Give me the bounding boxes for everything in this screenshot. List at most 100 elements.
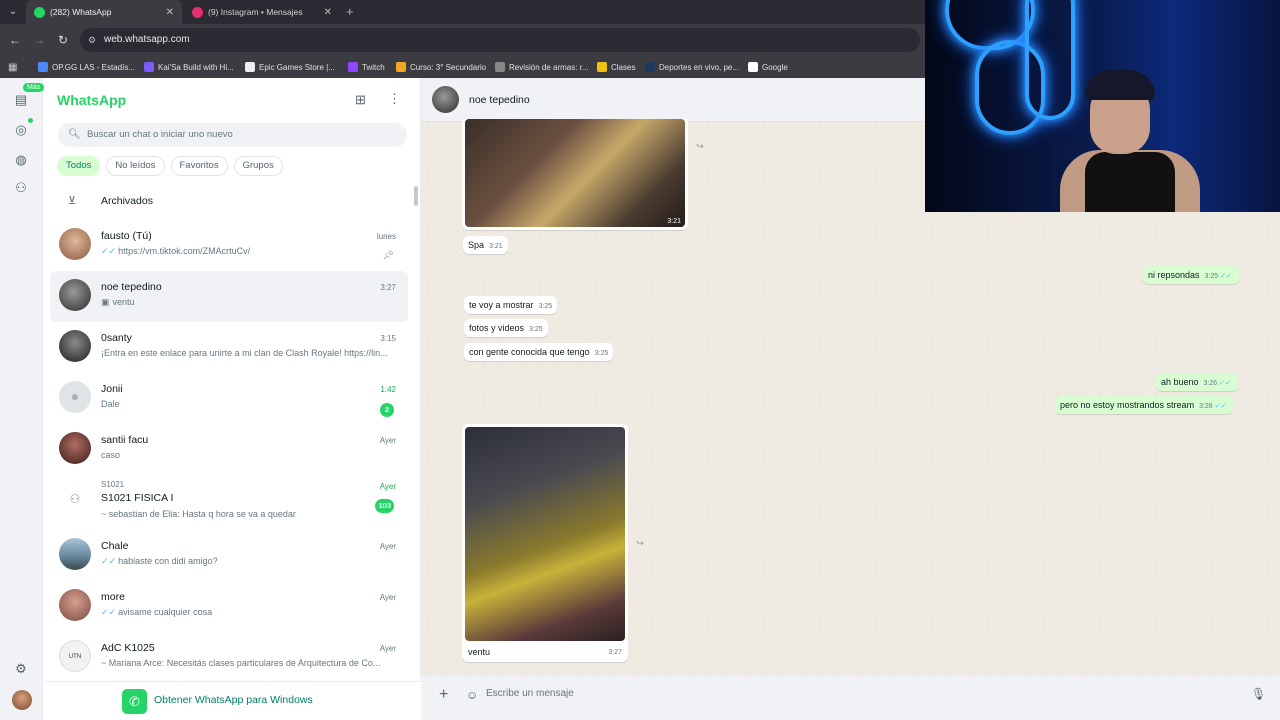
message-input[interactable]: Escribe un mensaje <box>486 688 574 699</box>
chat-time: Ayer <box>379 482 396 491</box>
contact-avatar[interactable] <box>432 86 459 113</box>
bookmark-label: Epic Games Store |... <box>259 62 335 72</box>
chat-snippet: ✓✓ hablaste con didi amigo? <box>101 556 391 567</box>
chat-item-chale[interactable]: Chale ✓✓ hablaste con didi amigo? Ayer <box>50 530 408 581</box>
reload-icon[interactable]: ↻ <box>54 31 72 49</box>
bookmark-deportes[interactable]: Deportes en vivo, pe... <box>645 60 739 74</box>
chat-time: lunes <box>376 232 396 241</box>
double-check-icon: ✓✓ <box>1220 273 1232 280</box>
bookmark-clases[interactable]: Clases <box>597 60 635 74</box>
default-avatar-icon <box>59 381 91 413</box>
new-chat-icon[interactable]: ⊞ <box>355 92 366 108</box>
forward-icon[interactable]: ↪ <box>691 137 709 155</box>
chat-item-fausto[interactable]: fausto (Tú) ✓✓ https://vm.tiktok.com/ZMAc… <box>50 220 408 271</box>
chat-time: 3:15 <box>380 334 396 343</box>
unread-badge: 103 <box>375 499 394 513</box>
bookmark-icon <box>748 62 758 72</box>
bookmark-icon <box>348 62 358 72</box>
filter-chips: Todos No leídos Favoritos Grupos <box>57 156 283 176</box>
status-dot <box>28 118 33 123</box>
avatar <box>59 538 91 570</box>
message-time: 3:25 <box>538 303 553 310</box>
chats-icon[interactable]: ▤ <box>11 90 31 110</box>
attach-icon[interactable]: + <box>439 686 448 704</box>
settings-icon[interactable]: ⚙ <box>11 659 31 679</box>
forward-icon[interactable]: → <box>30 31 48 49</box>
message-time: 3:25 <box>594 350 609 357</box>
archived-row[interactable]: ⊻ Archivados <box>44 190 421 212</box>
close-tab-icon[interactable]: ✕ <box>166 7 174 18</box>
sidebar-scrollbar[interactable] <box>414 186 418 206</box>
chat-item-noe-tepedino[interactable]: noe tepedino ▣ ventu 3:27 <box>50 271 408 322</box>
site-settings-icon[interactable]: ⚙ <box>88 28 96 52</box>
bookmark-icon <box>396 62 406 72</box>
message-text: te voy a mostrar <box>469 300 534 310</box>
chat-snippet: caso <box>101 450 121 460</box>
message-in: fotos y videos 3:25 <box>464 319 548 337</box>
apps-grid-icon[interactable]: ▦ <box>8 60 17 74</box>
message-out: ah bueno 3:26 ✓✓ <box>1156 373 1238 391</box>
webcam-overlay <box>925 0 1280 212</box>
bookmark-twitch[interactable]: Twitch <box>348 60 385 74</box>
close-tab-icon[interactable]: ✕ <box>324 7 332 18</box>
caption-text: ventu <box>468 647 491 657</box>
chat-item-santii-facu[interactable]: santii facu caso Ayer <box>50 424 408 475</box>
message-text: ni repsondas <box>1148 270 1200 280</box>
avatar <box>59 589 91 621</box>
profile-avatar[interactable] <box>12 690 32 710</box>
bookmark-armas[interactable]: Revisión de armas: r... <box>495 60 589 74</box>
tab-search-icon[interactable]: ⌄ <box>4 3 22 21</box>
photo-icon: ▣ <box>101 297 110 307</box>
menu-icon[interactable]: ⋮ <box>388 91 401 107</box>
back-icon[interactable]: ← <box>6 31 24 49</box>
archived-label: Archivados <box>101 195 153 207</box>
chat-snippet: ✓✓ avisame cualquier cosa <box>101 607 391 618</box>
chat-time: Ayer <box>379 593 396 602</box>
bookmark-epic[interactable]: Epic Games Store |... <box>245 60 335 74</box>
bookmark-opgg[interactable]: OP.GG LAS - Estadís... <box>38 60 135 74</box>
filter-grupos[interactable]: Grupos <box>233 156 283 176</box>
message-time: 3:27 <box>608 649 622 656</box>
bookmark-curso[interactable]: Curso: 3° Secundario <box>396 60 486 74</box>
tab-whatsapp[interactable]: (282) WhatsApp ✕ <box>26 0 182 24</box>
bookmark-label: Revisión de armas: r... <box>509 62 589 72</box>
message-text: pero no estoy mostrandos stream <box>1060 400 1195 410</box>
message-text: Spa <box>468 240 485 250</box>
chat-name: fausto (Tú) <box>101 230 152 242</box>
snippet-text: ventu <box>112 297 135 307</box>
tab-title: (9) Instagram • Mensajes <box>208 7 303 17</box>
photo-message[interactable]: ventu 3:27 <box>462 424 628 662</box>
emoji-icon[interactable]: ☺ <box>466 688 478 702</box>
get-windows-app-banner[interactable]: ✆ Obtener WhatsApp para Windows <box>44 681 421 720</box>
bookmark-google[interactable]: Google <box>748 60 788 74</box>
chat-item-more[interactable]: more ✓✓ avisame cualquier cosa Ayer <box>50 581 408 632</box>
filter-favoritos[interactable]: Favoritos <box>170 156 228 176</box>
chat-item-0santy[interactable]: 0santy ¡Entra en este enlace para unirte… <box>50 322 408 373</box>
chat-item-adc-k1025[interactable]: UTN AdC K1025 ~ Mariana Arce: Necesitás … <box>50 632 408 680</box>
chat-sidebar: WhatsApp ⊞ ⋮ 🔍︎ Buscar un chat o iniciar… <box>44 78 421 720</box>
chat-item-jonii[interactable]: Jonii Dale 1:42 2 <box>50 373 408 424</box>
tab-instagram[interactable]: (9) Instagram • Mensajes ✕ <box>184 0 340 24</box>
snippet-text: https://vm.tiktok.com/ZMAcrtuCv/ <box>118 246 251 256</box>
new-tab-icon[interactable]: + <box>346 4 354 19</box>
forward-icon[interactable]: ↪ <box>631 534 649 552</box>
nav-rail: ▤ Más ◎ ◍ ⚇ ⚙ <box>0 78 45 720</box>
photo-image[interactable] <box>465 427 625 641</box>
message-text: con gente conocida que tengo <box>469 347 590 357</box>
chat-snippet: ~ sebastian de Elia: Hasta q hora se va … <box>101 509 296 519</box>
chat-item-s1021-fisica[interactable]: ⚇ S1021 S1021 FISICA I ~ sebastian de El… <box>50 475 408 531</box>
status-icon[interactable]: ◎ <box>11 120 31 140</box>
filter-todos[interactable]: Todos <box>57 156 101 176</box>
photo-image[interactable]: 3:21 <box>465 119 685 227</box>
chat-name: 0santy <box>101 332 132 344</box>
filter-no-leidos[interactable]: No leídos <box>106 156 165 176</box>
chat-name: santii facu <box>101 434 149 446</box>
channels-icon[interactable]: ◍ <box>11 150 31 170</box>
url-field[interactable]: ⚙ web.whatsapp.com <box>80 28 920 52</box>
bookmark-kaisa[interactable]: Kai'Sa Build with Hi... <box>144 60 234 74</box>
microphone-icon[interactable]: 🎙︎ <box>1251 687 1266 701</box>
bookmark-icon <box>645 62 655 72</box>
photo-message[interactable]: 3:21 <box>462 119 688 230</box>
communities-icon[interactable]: ⚇ <box>11 178 31 198</box>
search-input[interactable]: 🔍︎ Buscar un chat o iniciar uno nuevo <box>58 123 407 147</box>
